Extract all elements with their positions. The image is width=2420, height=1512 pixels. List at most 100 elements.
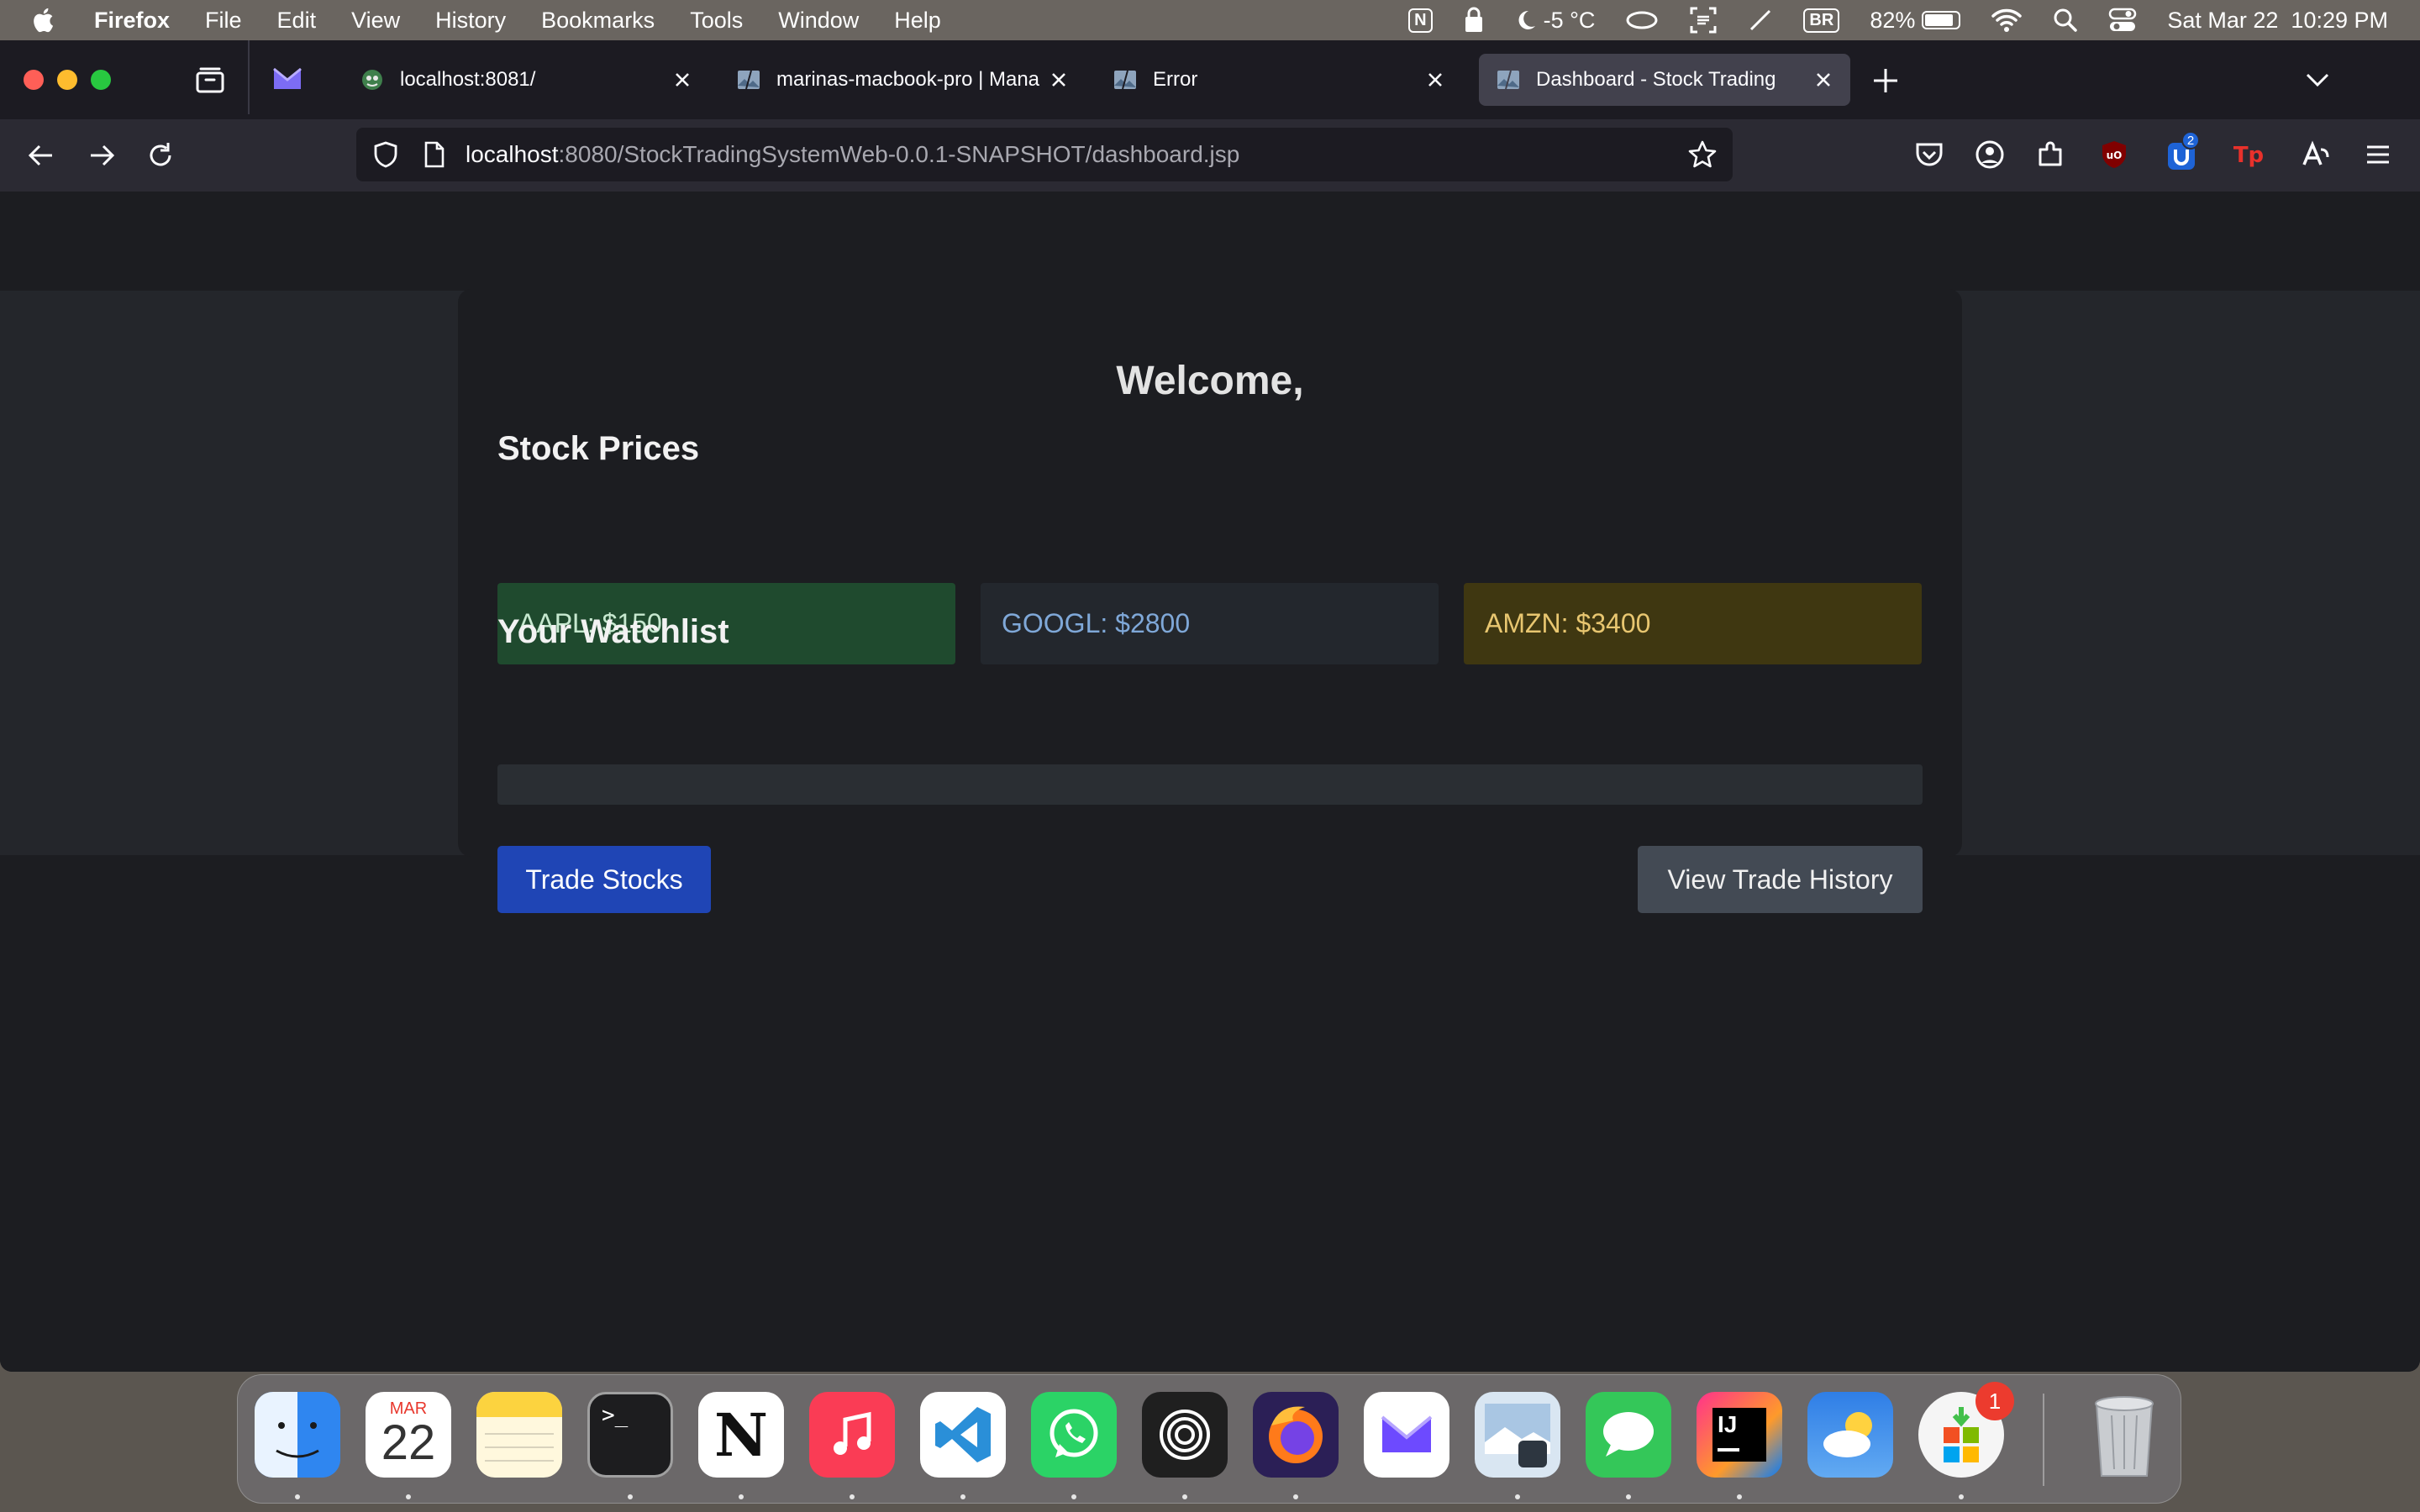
watchlist-heading: Your Watchlist bbox=[497, 613, 729, 650]
menu-view[interactable]: View bbox=[351, 8, 400, 34]
trade-stocks-button[interactable]: Trade Stocks bbox=[497, 846, 711, 913]
speech-bubble-icon bbox=[1603, 1412, 1654, 1457]
menu-history[interactable]: History bbox=[435, 8, 506, 34]
menu-help[interactable]: Help bbox=[894, 8, 941, 34]
apple-logo-icon[interactable] bbox=[30, 6, 59, 34]
wifi-icon[interactable] bbox=[1991, 8, 2023, 33]
control-center-icon[interactable] bbox=[2108, 8, 2137, 33]
close-tab-icon[interactable] bbox=[1813, 70, 1833, 90]
menu-tools[interactable]: Tools bbox=[690, 8, 743, 34]
close-tab-icon[interactable] bbox=[672, 70, 692, 90]
menu-file[interactable]: File bbox=[205, 8, 242, 34]
new-tab-plus-icon[interactable] bbox=[1870, 66, 1901, 96]
welcome-heading: Welcome, bbox=[1116, 359, 1304, 403]
extensions-puzzle-icon[interactable] bbox=[2033, 138, 2067, 171]
forward-arrow-icon[interactable] bbox=[86, 139, 118, 171]
trash-icon[interactable] bbox=[2081, 1392, 2167, 1478]
close-tab-icon[interactable] bbox=[1425, 70, 1445, 90]
menu-bar-right: N -5 °C BR 82% Sat Mar 22 10:29 PM bbox=[1378, 0, 2388, 40]
account-icon[interactable] bbox=[1973, 138, 2007, 171]
menu-bookmarks[interactable]: Bookmarks bbox=[541, 8, 655, 34]
tp-extension-icon[interactable]: Tp bbox=[2232, 138, 2265, 171]
pinned-tab-mail-icon[interactable] bbox=[271, 62, 304, 96]
menu-window[interactable]: Window bbox=[778, 8, 859, 34]
tab-macbook-manage[interactable]: marinas-macbook-pro | Manage bbox=[719, 54, 1086, 106]
menu-bar-clock[interactable]: Sat Mar 22 10:29 PM bbox=[2167, 8, 2388, 34]
weather-icon[interactable] bbox=[1807, 1392, 1893, 1478]
extension-badge: 2 bbox=[2181, 131, 2200, 150]
sun-cloud-icon bbox=[1823, 1412, 1872, 1457]
tab-label: Error bbox=[1153, 68, 1198, 91]
finder-icon[interactable] bbox=[255, 1392, 340, 1478]
firefox-icon[interactable] bbox=[1253, 1392, 1339, 1478]
music-icon[interactable] bbox=[809, 1392, 895, 1478]
whatsapp-icon[interactable] bbox=[1031, 1392, 1117, 1478]
notion-icon[interactable]: N bbox=[698, 1392, 784, 1478]
battery-status[interactable]: 82% bbox=[1870, 7, 1961, 34]
moon-cloud-icon bbox=[1518, 10, 1535, 29]
notion-letter-icon: N bbox=[714, 1399, 768, 1470]
minimize-window-button[interactable] bbox=[57, 70, 77, 90]
list-all-tabs-chevron-icon[interactable] bbox=[2302, 67, 2333, 92]
notes-icon[interactable] bbox=[476, 1392, 562, 1478]
ublock-origin-icon[interactable]: uO bbox=[2097, 138, 2131, 171]
preview-photo-icon bbox=[1485, 1404, 1550, 1467]
temperature-text: -5 °C bbox=[1543, 7, 1596, 33]
reload-icon[interactable] bbox=[145, 139, 176, 171]
menu-app-name[interactable]: Firefox bbox=[94, 8, 170, 34]
tracking-protection-shield-icon[interactable] bbox=[371, 140, 400, 169]
tab-label: marinas-macbook-pro | Manage bbox=[776, 68, 1040, 91]
vscode-icon[interactable] bbox=[920, 1392, 1006, 1478]
concentric-circles-icon bbox=[1160, 1410, 1210, 1460]
whatsapp-phone-icon bbox=[1050, 1409, 1098, 1457]
application-menu-icon[interactable] bbox=[2361, 138, 2395, 171]
mail-envelope-icon bbox=[1381, 1415, 1433, 1452]
intellij-square-icon: IJ bbox=[1712, 1408, 1766, 1462]
menu-bar-left: Firefox File Edit View History Bookmarks… bbox=[30, 0, 976, 40]
svg-text:Tp: Tp bbox=[2233, 143, 2264, 168]
close-window-button[interactable] bbox=[24, 70, 44, 90]
tab-localhost-8081[interactable]: localhost:8081/ bbox=[343, 54, 709, 106]
close-tab-icon[interactable] bbox=[1049, 70, 1069, 90]
lock-status-icon[interactable] bbox=[1463, 7, 1485, 34]
preview-icon[interactable] bbox=[1475, 1392, 1560, 1478]
page-info-icon[interactable] bbox=[422, 140, 447, 169]
tab-dashboard-active[interactable]: Dashboard - Stock Trading bbox=[1479, 54, 1850, 106]
tab-error[interactable]: Error bbox=[1096, 54, 1462, 106]
messages-icon[interactable] bbox=[1586, 1392, 1671, 1478]
calendar-icon[interactable]: MAR 22 bbox=[366, 1392, 451, 1478]
keyboard-layout-indicator[interactable]: BR bbox=[1803, 8, 1840, 33]
navigation-toolbar: localhost:8080/StockTradingSystemWeb-0.0… bbox=[0, 119, 2420, 192]
battery-percent: 82% bbox=[1870, 7, 1916, 33]
screen-capture-icon[interactable] bbox=[1689, 6, 1718, 34]
url-text[interactable]: localhost:8080/StockTradingSystemWeb-0.0… bbox=[466, 141, 1239, 168]
bitwarden-extension[interactable]: 2 bbox=[2165, 131, 2200, 171]
notion-status-icon[interactable]: N bbox=[1408, 8, 1433, 33]
perplexity-icon[interactable] bbox=[1142, 1392, 1228, 1478]
back-arrow-icon[interactable] bbox=[25, 139, 57, 171]
weather-status[interactable]: -5 °C bbox=[1515, 7, 1596, 34]
dock: MAR 22 >_ N IJ 1 bbox=[237, 1374, 2181, 1504]
pen-status-icon[interactable] bbox=[1748, 8, 1773, 33]
vision-status-icon[interactable] bbox=[1625, 9, 1659, 31]
bookmark-star-icon[interactable] bbox=[1687, 139, 1718, 170]
battery-level-fill bbox=[1925, 14, 1954, 26]
hosting-favicon-icon bbox=[362, 70, 382, 90]
spotlight-search-icon[interactable] bbox=[2053, 8, 2078, 33]
zoom-window-button[interactable] bbox=[91, 70, 111, 90]
terminal-icon[interactable]: >_ bbox=[587, 1392, 673, 1478]
intellij-icon[interactable]: IJ bbox=[1697, 1392, 1782, 1478]
menu-edit[interactable]: Edit bbox=[277, 8, 317, 34]
page-viewport: Welcome, Stock Prices AAPL: $150 GOOGL: … bbox=[0, 192, 2420, 1372]
pocket-icon[interactable] bbox=[1912, 138, 1946, 171]
view-trade-history-button[interactable]: View Trade History bbox=[1638, 846, 1923, 913]
tab-bar: localhost:8081/ marinas-macbook-pro | Ma… bbox=[0, 40, 2420, 119]
calendar-day: 22 bbox=[381, 1415, 436, 1470]
address-bar[interactable]: localhost:8080/StockTradingSystemWeb-0.0… bbox=[356, 128, 1733, 181]
firefox-view-icon[interactable] bbox=[195, 66, 225, 94]
broken-image-favicon-icon bbox=[738, 70, 760, 90]
watchlist-list-empty bbox=[497, 764, 1923, 805]
dock-divider bbox=[2043, 1394, 2044, 1486]
translate-extension-icon[interactable] bbox=[2299, 138, 2333, 171]
proton-mail-icon[interactable] bbox=[1364, 1392, 1449, 1478]
